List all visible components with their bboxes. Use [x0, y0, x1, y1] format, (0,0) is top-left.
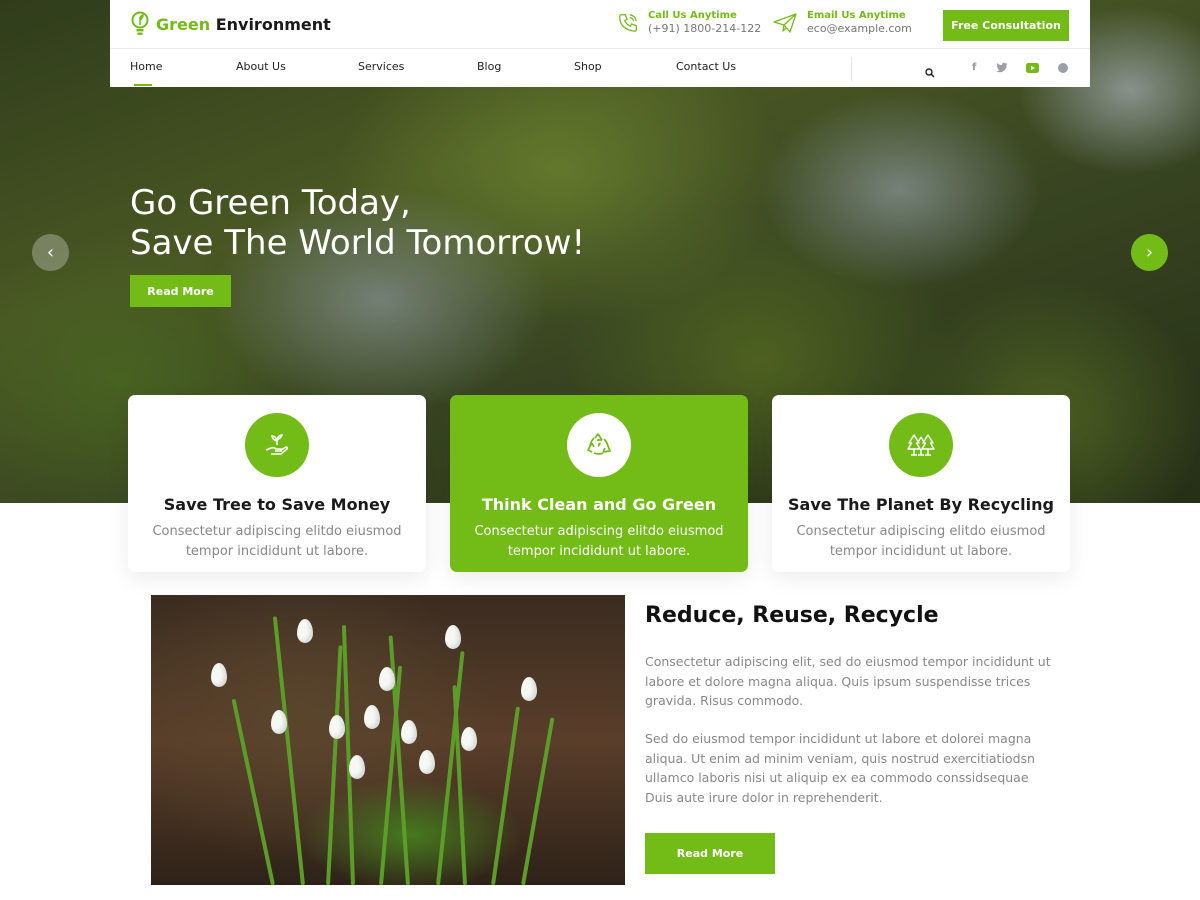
section-paragraph-1: Consectetur adipiscing elit, sed do eius… — [645, 654, 1051, 708]
snowdrop-bloom — [419, 750, 435, 774]
feature-card-text: Consectetur adipiscing elitdo eiusmod te… — [474, 524, 724, 559]
twitter-link[interactable] — [996, 62, 1008, 76]
email-us-label: Email Us Anytime — [807, 10, 906, 21]
feature-card-icon-badge — [567, 413, 631, 477]
nav-active-indicator — [134, 84, 152, 86]
feature-card-title: Save Tree to Save Money — [163, 495, 391, 514]
search-button[interactable] — [925, 63, 935, 82]
about-read-more-button[interactable]: Read More — [645, 833, 775, 874]
hero-read-more-button[interactable]: Read More — [130, 275, 231, 307]
feature-card-icon-badge — [245, 413, 309, 477]
snowdrop-bloom — [364, 705, 380, 729]
stem — [231, 698, 275, 885]
paper-plane-icon — [773, 12, 797, 33]
section-paragraph-2: Sed do eiusmod tempor incididunt ut labo… — [645, 731, 1035, 805]
feature-card-title: Save The Planet By Recycling — [788, 495, 1054, 514]
email-us-block[interactable]: Email Us Anytime eco@example.com — [772, 10, 912, 35]
nav-item-contact-us[interactable]: Contact Us — [676, 60, 736, 73]
nav-item-shop[interactable]: Shop — [574, 60, 602, 73]
hero-title-line1: Go Green Today, — [130, 183, 411, 223]
instagram-icon — [1058, 63, 1068, 73]
lightbulb-leaf-icon — [131, 11, 149, 35]
recycle-icon — [587, 433, 611, 455]
snowdrop-bloom — [461, 727, 477, 751]
hero-title: Go Green Today, Save The World Tomorrow! — [130, 183, 585, 263]
feature-card-text: Consectetur adipiscing elitdo eiusmod te… — [796, 524, 1046, 559]
phone-icon — [619, 13, 637, 32]
hand-plant-icon — [265, 434, 289, 455]
slider-next-button[interactable]: › — [1131, 234, 1168, 271]
snowdrop-flowers-image — [151, 595, 625, 885]
site-header: Green Environment Call Us Anytime (+91) … — [110, 0, 1090, 87]
feature-card-save-planet[interactable]: Save The Planet By Recycling Consectetur… — [772, 395, 1070, 572]
chevron-right-icon: › — [1145, 242, 1154, 263]
search-icon — [925, 68, 935, 78]
feature-card-think-clean[interactable]: Think Clean and Go Green Consectetur adi… — [450, 395, 748, 572]
snowdrop-bloom — [297, 619, 313, 643]
feature-card-save-tree[interactable]: Save Tree to Save Money Consectetur adip… — [128, 395, 426, 572]
snowdrop-bloom — [329, 715, 345, 739]
youtube-icon — [1026, 63, 1039, 73]
snowdrop-bloom — [445, 625, 461, 649]
trees-icon — [907, 434, 935, 456]
nav-item-services[interactable]: Services — [358, 60, 404, 73]
facebook-link[interactable]: f — [972, 62, 976, 73]
nav-separator — [851, 57, 852, 81]
stem — [452, 685, 467, 885]
free-consultation-button[interactable]: Free Consultation — [943, 10, 1069, 41]
hero-title-line2: Save The World Tomorrow! — [130, 223, 586, 263]
stem — [326, 645, 343, 885]
header-divider — [110, 48, 1090, 49]
section-title: Reduce, Reuse, Recycle — [645, 603, 939, 628]
feature-card-icon-badge — [889, 413, 953, 477]
call-us-label: Call Us Anytime — [648, 10, 737, 21]
chevron-left-icon: ‹ — [46, 242, 55, 263]
snowdrop-bloom — [349, 755, 365, 779]
stem — [272, 616, 305, 885]
youtube-link[interactable] — [1026, 63, 1039, 76]
stem — [521, 717, 555, 885]
twitter-icon — [996, 62, 1008, 73]
feature-card-title: Think Clean and Go Green — [481, 495, 717, 514]
facebook-icon: f — [972, 62, 977, 73]
email-address: eco@example.com — [807, 22, 912, 35]
feature-card-text: Consectetur adipiscing elitdo eiusmod te… — [152, 524, 402, 559]
nav-item-about-us[interactable]: About Us — [236, 60, 286, 73]
stem — [491, 706, 521, 885]
snowdrop-bloom — [271, 710, 287, 734]
nav-item-blog[interactable]: Blog — [477, 60, 501, 73]
snowdrop-bloom — [379, 667, 395, 691]
slider-prev-button[interactable]: ‹ — [32, 234, 69, 271]
site-logo[interactable]: Green Environment — [130, 11, 331, 37]
call-us-block[interactable]: Call Us Anytime (+91) 1800-214-122 — [617, 10, 761, 35]
site-logo-text: Green Environment — [156, 14, 331, 34]
snowdrop-bloom — [211, 663, 227, 687]
snowdrop-bloom — [401, 720, 417, 744]
nav-item-home[interactable]: Home — [130, 60, 162, 73]
phone-number: (+91) 1800-214-122 — [648, 22, 762, 35]
snowdrop-bloom — [521, 677, 537, 701]
instagram-link[interactable] — [1058, 63, 1068, 76]
